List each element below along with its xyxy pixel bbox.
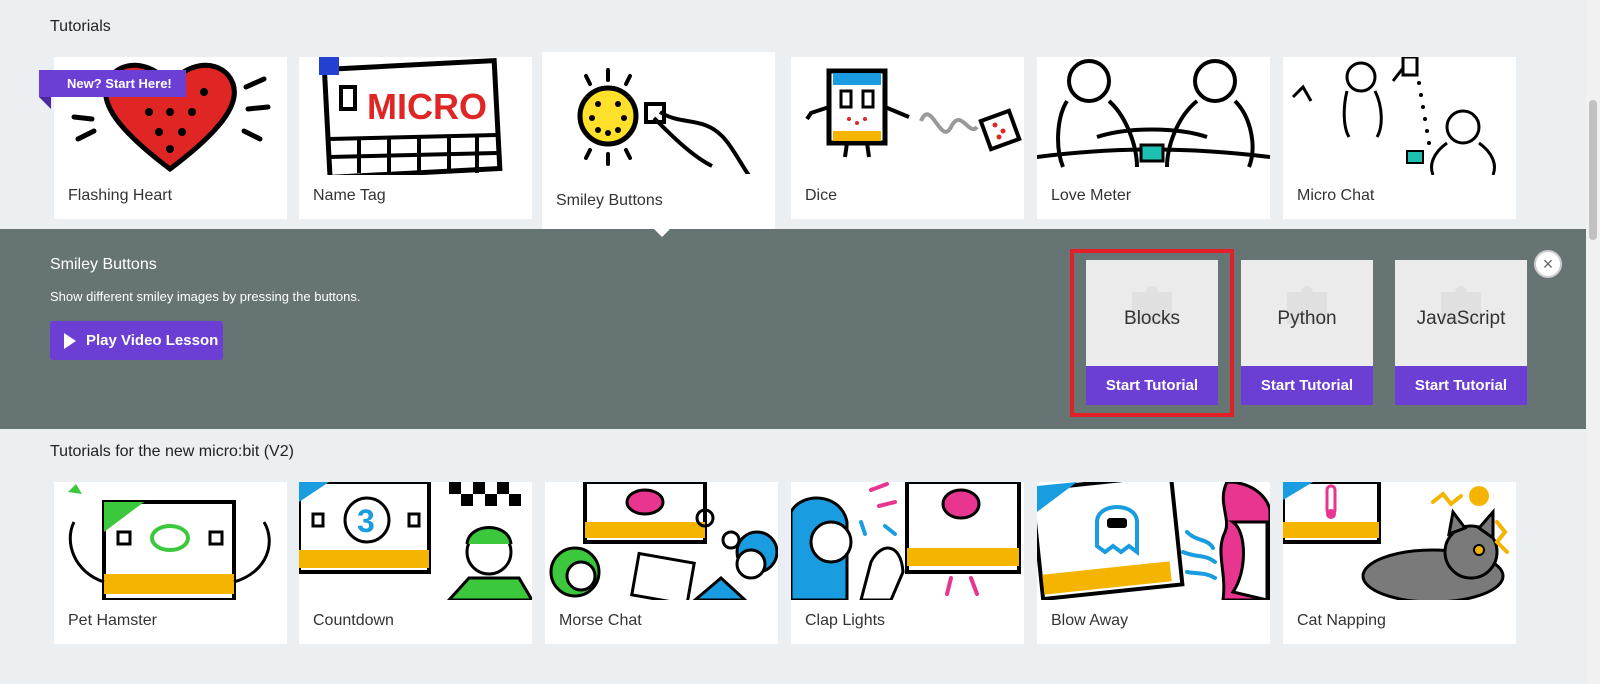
new-start-here-badge: New? Start Here! (39, 70, 186, 109)
dice-icon (791, 57, 1024, 175)
countdown-icon: 3 (299, 482, 532, 600)
tutorial-detail-panel: Smiley Buttons Show different smiley ima… (0, 228, 1586, 429)
morse-chat-icon (545, 482, 778, 600)
hamster-icon (54, 482, 287, 600)
selection-notch (653, 228, 671, 237)
tutorial-card-label: Pet Hamster (68, 612, 157, 629)
tutorial-card-label: Name Tag (313, 187, 386, 204)
tutorial-card-micro-chat[interactable]: Micro Chat (1283, 57, 1516, 219)
tutorial-card-label: Countdown (313, 612, 394, 629)
svg-text:MICRO: MICRO (367, 86, 487, 127)
detail-description: Show different smiley images by pressing… (50, 289, 361, 304)
language-card-javascript[interactable]: JavaScript Start Tutorial (1395, 260, 1527, 405)
detail-title: Smiley Buttons (50, 256, 157, 273)
tutorial-card-smiley-buttons[interactable]: Smiley Buttons (542, 52, 775, 229)
tutorial-card-dice[interactable]: Dice (791, 57, 1024, 219)
cat-napping-icon (1283, 482, 1516, 600)
smiley-icon (542, 56, 775, 174)
play-video-label: Play Video Lesson (86, 332, 219, 349)
section-title-tutorials: Tutorials (50, 18, 111, 35)
language-name: JavaScript (1416, 308, 1506, 329)
tutorial-card-label: Dice (805, 187, 838, 204)
scrollbar-thumb[interactable] (1589, 100, 1597, 240)
tutorial-card-label: Micro Chat (1297, 187, 1375, 204)
section-title-v2: Tutorials for the new micro:bit (V2) (50, 443, 294, 460)
love-meter-icon (1037, 57, 1270, 175)
name-tag-icon: MICRO (299, 57, 532, 175)
v2-card-clap-lights[interactable]: Clap Lights (791, 482, 1024, 644)
svg-text:3: 3 (357, 503, 375, 539)
tutorial-card-label: Cat Napping (1297, 612, 1386, 629)
language-card-python[interactable]: Python Start Tutorial (1241, 260, 1373, 405)
tutorial-card-label: Flashing Heart (68, 187, 173, 204)
play-icon (64, 332, 76, 349)
blow-away-icon (1037, 482, 1270, 600)
v2-card-pet-hamster[interactable]: Pet Hamster (54, 482, 287, 644)
page-scrollbar[interactable] (1586, 0, 1600, 684)
v2-card-blow-away[interactable]: Blow Away (1037, 482, 1270, 644)
tutorial-card-love-meter[interactable]: Love Meter (1037, 57, 1270, 219)
language-name: Python (1277, 308, 1337, 329)
tutorial-card-label: Love Meter (1051, 187, 1132, 204)
tutorial-card-label: Smiley Buttons (556, 192, 663, 209)
close-icon[interactable]: × (1534, 250, 1562, 278)
clap-lights-icon (791, 482, 1024, 600)
chat-icon (1283, 57, 1516, 175)
tutorial-card-label: Clap Lights (805, 612, 886, 629)
start-tutorial-button[interactable]: Start Tutorial (1395, 366, 1527, 405)
tutorial-card-name-tag[interactable]: MICRO Name Tag (299, 57, 532, 219)
v2-card-countdown[interactable]: 3 Countdown (299, 482, 532, 644)
start-tutorial-button[interactable]: Start Tutorial (1241, 366, 1373, 405)
blocks-highlight-box (1070, 249, 1234, 417)
tutorial-card-label: Morse Chat (559, 612, 642, 629)
play-video-lesson-button[interactable]: Play Video Lesson (50, 321, 223, 360)
v2-card-morse-chat[interactable]: Morse Chat (545, 482, 778, 644)
tutorial-card-label: Blow Away (1051, 612, 1129, 629)
v2-card-cat-napping[interactable]: Cat Napping (1283, 482, 1516, 644)
